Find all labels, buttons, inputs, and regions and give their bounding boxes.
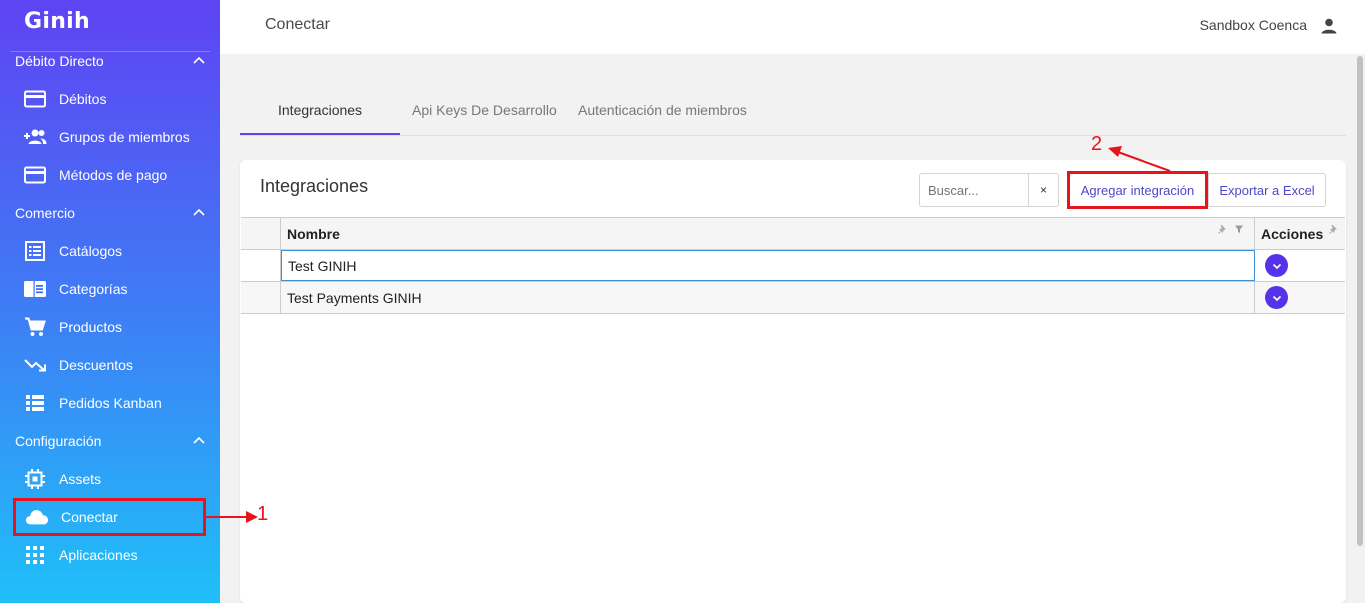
section-label: Comercio [15, 205, 75, 221]
column-header-label: Acciones [1261, 225, 1324, 242]
tab-api-keys[interactable]: Api Keys De Desarrollo [412, 102, 557, 118]
row-select-cell[interactable] [241, 282, 281, 313]
section-label: Configuración [15, 433, 102, 449]
add-integration-button[interactable]: Agregar integración [1067, 171, 1208, 209]
clear-search-button[interactable]: × [1029, 173, 1059, 207]
top-bar: Conectar Sandbox Coenca [220, 0, 1365, 54]
row-actions-button[interactable] [1265, 286, 1288, 309]
sidebar: Ginih Débito Directo Débitos Grupos de m… [0, 0, 220, 603]
memory-chip-icon [23, 467, 47, 491]
page-title: Conectar [265, 16, 330, 33]
sidebar-item-label: Assets [59, 471, 102, 487]
card-title: Integraciones [260, 176, 369, 196]
sidebar-item-productos[interactable]: Productos [23, 312, 198, 342]
category-icon [23, 277, 47, 301]
pin-icon[interactable] [1329, 224, 1339, 234]
sidebar-item-label: Débitos [59, 91, 107, 107]
select-column-header[interactable] [241, 218, 281, 249]
sidebar-item-descuentos[interactable]: Descuentos [23, 350, 198, 380]
column-header-label: Nombre [287, 225, 340, 242]
sidebar-item-label: Grupos de miembros [59, 129, 190, 145]
integrations-card: Integraciones × Agregar integración Expo… [240, 160, 1346, 603]
app-logo[interactable]: Ginih [24, 9, 90, 34]
section-comercio[interactable]: Comercio [15, 203, 205, 223]
tab-bar: Integraciones Api Keys De Desarrollo Aut… [240, 90, 1346, 136]
tab-autenticacion-miembros[interactable]: Autenticación de miembros [578, 102, 747, 118]
sidebar-item-label: Pedidos Kanban [59, 395, 162, 411]
chevron-up-icon [193, 208, 205, 216]
sidebar-item-categorias[interactable]: Categorías [23, 274, 198, 304]
filter-icon[interactable] [1234, 224, 1244, 234]
cloud-icon [25, 505, 49, 529]
credit-card-icon [23, 87, 47, 111]
active-tab-indicator [240, 133, 400, 135]
table-row[interactable]: Test Payments GINIH [241, 282, 1345, 314]
pin-icon[interactable] [1218, 224, 1228, 234]
sidebar-item-label: Catálogos [59, 243, 123, 259]
search-input[interactable] [919, 173, 1029, 207]
credit-card-icon [23, 163, 47, 187]
sidebar-item-conectar[interactable]: Conectar [13, 498, 206, 536]
sidebar-item-label: Productos [59, 319, 123, 335]
person-icon[interactable] [1319, 16, 1339, 36]
chevron-down-icon [1272, 295, 1281, 301]
chevron-up-icon [193, 56, 205, 64]
apps-grid-icon [23, 543, 47, 567]
row-actions-button[interactable] [1265, 254, 1288, 277]
sidebar-item-debitos[interactable]: Débitos [23, 84, 198, 114]
sidebar-item-metodos-de-pago[interactable]: Métodos de pago [23, 160, 198, 190]
annotation-number-2: 2 [1091, 133, 1103, 155]
section-debito-directo[interactable]: Débito Directo [15, 51, 205, 71]
sidebar-item-label: Métodos de pago [59, 167, 168, 183]
section-configuracion[interactable]: Configuración [15, 431, 205, 451]
table-row[interactable]: Test GINIH [241, 250, 1345, 282]
sidebar-item-assets[interactable]: Assets [23, 464, 198, 494]
row-name-cell[interactable]: Test GINIH [281, 250, 1255, 281]
annotation-number-1: 1 [257, 503, 269, 525]
shopping-cart-icon [23, 315, 47, 339]
sidebar-item-label: Categorías [59, 281, 128, 297]
row-select-cell[interactable] [241, 250, 281, 281]
sidebar-item-catalogos[interactable]: Catálogos [23, 236, 198, 266]
column-header-nombre[interactable]: Nombre [281, 218, 1255, 249]
column-tools [1218, 224, 1244, 234]
view-list-icon [23, 391, 47, 415]
column-header-acciones[interactable]: Acciones [1255, 218, 1345, 249]
row-name-cell[interactable]: Test Payments GINIH [281, 282, 1255, 313]
sidebar-item-label: Aplicaciones [59, 547, 138, 563]
sidebar-item-pedidos-kanban[interactable]: Pedidos Kanban [23, 388, 198, 418]
trending-down-icon [23, 353, 47, 377]
sidebar-item-aplicaciones[interactable]: Aplicaciones [23, 540, 198, 570]
sidebar-item-label: Descuentos [59, 357, 133, 373]
sidebar-item-grupos-de-miembros[interactable]: Grupos de miembros [23, 122, 198, 152]
tab-integraciones[interactable]: Integraciones [278, 102, 362, 118]
section-label: Débito Directo [15, 53, 104, 69]
row-actions-cell [1255, 250, 1345, 281]
chevron-up-icon [193, 436, 205, 444]
page-scrollbar[interactable] [1357, 56, 1363, 546]
list-alt-icon [23, 239, 47, 263]
user-name[interactable]: Sandbox Coenca [1200, 17, 1307, 33]
chevron-down-icon [1272, 263, 1281, 269]
sidebar-item-label: Conectar [61, 509, 118, 525]
row-actions-cell [1255, 282, 1345, 313]
table-header: Nombre Acciones [241, 217, 1345, 250]
export-excel-button[interactable]: Exportar a Excel [1208, 173, 1326, 207]
group-add-icon [23, 125, 47, 149]
